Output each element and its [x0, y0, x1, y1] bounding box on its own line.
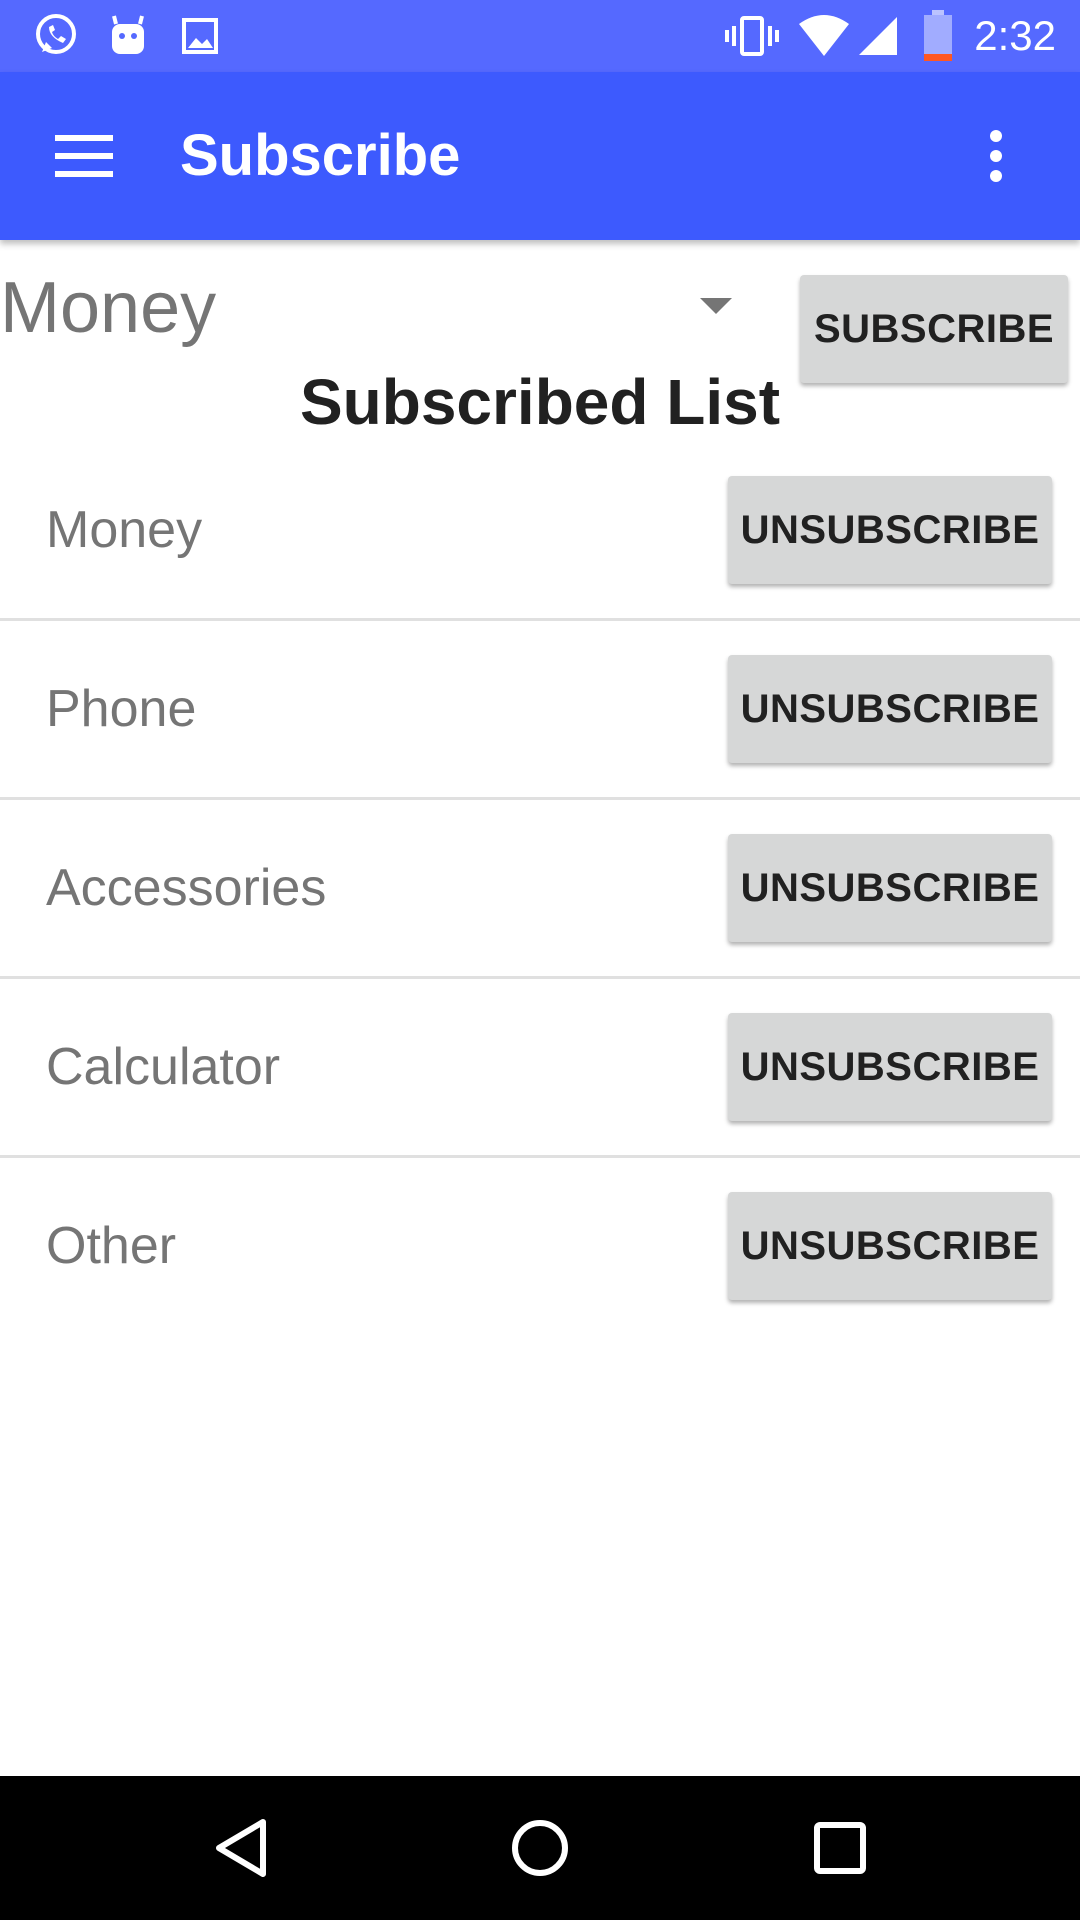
- list-item: Accessories UNSUBSCRIBE: [0, 800, 1080, 979]
- image-icon: [172, 0, 228, 72]
- navigation-bar: [0, 1776, 1080, 1920]
- list-item-label: Other: [46, 1217, 177, 1275]
- subscribed-list: Money UNSUBSCRIBE Phone UNSUBSCRIBE Acce…: [0, 442, 1080, 1334]
- subscribed-list-title: Subscribed List: [299, 366, 781, 438]
- list-item: Phone UNSUBSCRIBE: [0, 621, 1080, 800]
- list-item: Calculator UNSUBSCRIBE: [0, 979, 1080, 1158]
- list-item-label: Money: [46, 501, 203, 559]
- back-triangle-icon[interactable]: [193, 1800, 289, 1896]
- more-vert-icon[interactable]: [948, 108, 1044, 204]
- topic-spinner[interactable]: Money: [0, 258, 750, 358]
- wifi-icon: [796, 0, 852, 72]
- screen: 2:32 Subscribe Money SUBSCRIBE Subscribe…: [0, 0, 1080, 1920]
- battery-low-icon: [920, 0, 956, 72]
- status-time: 2:32: [974, 12, 1056, 59]
- whatsapp-icon: [28, 0, 84, 72]
- home-circle-icon[interactable]: [492, 1800, 588, 1896]
- app-bar: Subscribe: [0, 72, 1080, 240]
- unsubscribe-button[interactable]: UNSUBSCRIBE: [728, 1013, 1052, 1121]
- status-bar: 2:32: [0, 0, 1080, 72]
- app-title: Subscribe: [180, 123, 461, 188]
- unsubscribe-button[interactable]: UNSUBSCRIBE: [728, 476, 1052, 584]
- hamburger-menu-icon[interactable]: [36, 108, 132, 204]
- unsubscribe-button[interactable]: UNSUBSCRIBE: [728, 834, 1052, 942]
- spinner-selected-value: Money: [0, 268, 217, 348]
- unsubscribe-button[interactable]: UNSUBSCRIBE: [728, 1192, 1052, 1300]
- recents-square-icon[interactable]: [792, 1800, 888, 1896]
- list-item-label: Calculator: [46, 1038, 281, 1096]
- list-item: Money UNSUBSCRIBE: [0, 442, 1080, 621]
- list-item-label: Phone: [46, 680, 197, 738]
- dropdown-arrow-icon: [700, 298, 732, 314]
- vibrate-icon: [722, 0, 782, 72]
- android-icon: [100, 0, 156, 72]
- list-item-label: Accessories: [46, 859, 327, 917]
- unsubscribe-button[interactable]: UNSUBSCRIBE: [728, 655, 1052, 763]
- list-item: Other UNSUBSCRIBE: [0, 1158, 1080, 1334]
- signal-icon: [856, 0, 900, 72]
